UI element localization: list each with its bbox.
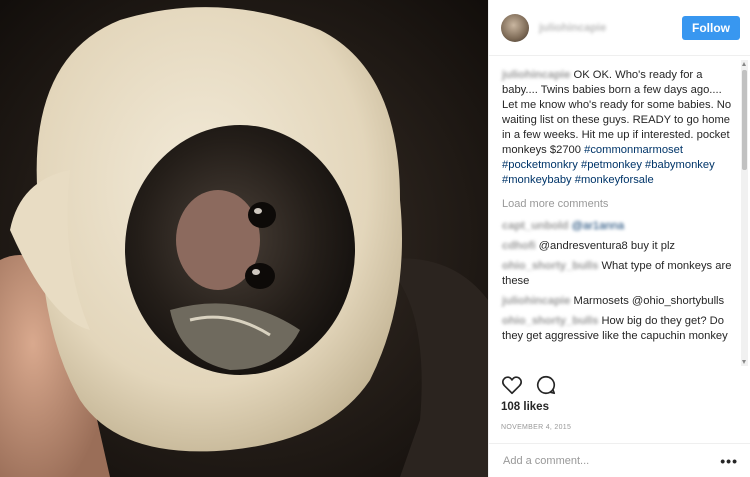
load-more-comments[interactable]: Load more comments — [502, 197, 734, 212]
comment-item: capt_unbold @ar1anna — [502, 219, 734, 234]
post-header: juliohincapie Follow — [489, 0, 750, 56]
comment-username[interactable]: capt_unbold — [502, 220, 569, 232]
comment-item: ohio_shorty_bulls How big do they get? D… — [502, 314, 734, 344]
hashtag[interactable]: #babymonkey — [645, 159, 715, 171]
hashtag[interactable]: #petmonkey — [581, 159, 642, 171]
comments-scrollbar[interactable] — [741, 60, 748, 366]
comment-item: juliohincapie Marmosets @ohio_shortybull… — [502, 294, 734, 309]
comment-item: ohio_shorty_bulls What type of monkeys a… — [502, 259, 734, 289]
comment-icon[interactable] — [535, 374, 557, 396]
avatar[interactable] — [501, 13, 529, 42]
marmoset-image — [0, 0, 488, 477]
comment-username[interactable]: cdhofi — [502, 240, 536, 252]
caption-text: OK OK. Who's ready for a baby.... Twins … — [502, 69, 732, 156]
post-date: NOVEMBER 4, 2015 — [501, 424, 572, 431]
post-photo[interactable] — [0, 0, 488, 477]
caption-username[interactable]: juliohincapie — [502, 69, 570, 81]
more-options-button[interactable]: ••• — [720, 453, 738, 469]
comments-list[interactable]: juliohincapie OK OK. Who's ready for a b… — [489, 60, 740, 366]
username[interactable]: juliohincapie — [539, 22, 682, 34]
post-sidebar: juliohincapie Follow juliohincapie OK OK… — [488, 0, 750, 477]
post-frame: juliohincapie Follow juliohincapie OK OK… — [0, 0, 750, 477]
like-count[interactable]: 108 likes — [501, 401, 549, 413]
scroll-up-arrow[interactable] — [742, 62, 746, 66]
hashtag[interactable]: #commonmarmoset — [584, 144, 683, 156]
post-actions — [501, 374, 557, 396]
comment-input[interactable] — [501, 453, 721, 468]
hashtag[interactable]: #monkeyforsale — [575, 174, 654, 186]
scroll-down-arrow[interactable] — [742, 360, 746, 364]
add-comment-bar: ••• — [489, 443, 750, 477]
comment-username[interactable]: ohio_shorty_bulls — [502, 260, 598, 272]
comment-text: Marmosets @ohio_shortybulls — [573, 295, 725, 307]
comment-text: @andresventura8 buy it plz — [538, 240, 676, 252]
heart-icon[interactable] — [501, 374, 523, 396]
comment-username[interactable]: juliohincapie — [502, 295, 570, 307]
comment-item: cdhofi @andresventura8 buy it plz — [502, 239, 734, 254]
follow-button[interactable]: Follow — [682, 15, 740, 40]
caption: juliohincapie OK OK. Who's ready for a b… — [502, 68, 734, 188]
scrollbar-thumb[interactable] — [742, 70, 747, 170]
comment-username[interactable]: ohio_shorty_bulls — [502, 315, 598, 327]
comment-text: @ar1anna — [571, 220, 625, 232]
hashtag[interactable]: #pocketmonkry — [502, 159, 578, 171]
hashtag[interactable]: #monkeybaby — [502, 174, 572, 186]
